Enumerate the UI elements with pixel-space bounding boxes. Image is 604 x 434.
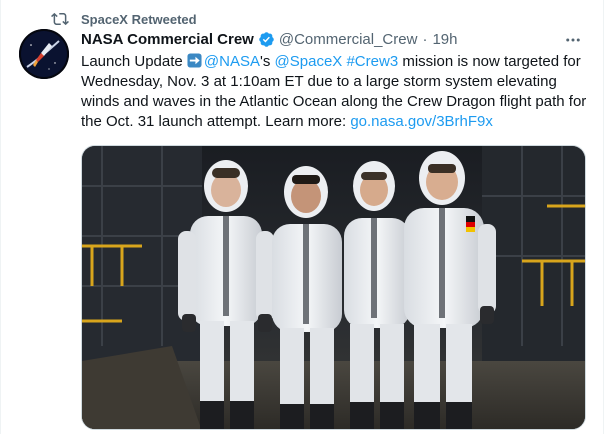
more-options-icon[interactable] xyxy=(561,30,585,50)
tweet-card[interactable]: SpaceX Retweeted NASA Commercial Crew @C… xyxy=(0,0,604,434)
tweet-text: Launch Update @NASA's @SpaceX #Crew3 mis… xyxy=(81,52,593,132)
tweet-header: NASA Commercial Crew @Commercial_Crew · … xyxy=(81,31,457,48)
verified-badge-icon xyxy=(258,31,275,48)
mention-nasa-link[interactable]: @NASA xyxy=(204,53,260,70)
retweet-icon xyxy=(51,10,69,28)
mention-spacex-link[interactable]: @SpaceX xyxy=(275,53,343,70)
retweet-label[interactable]: SpaceX Retweeted xyxy=(81,12,197,27)
author-name[interactable]: NASA Commercial Crew xyxy=(81,31,254,48)
tweet-text-part: Launch Update xyxy=(81,53,187,70)
retweet-context: SpaceX Retweeted xyxy=(51,10,197,28)
separator-dot: · xyxy=(422,31,428,48)
tweet-photo[interactable] xyxy=(81,145,586,430)
avatar[interactable] xyxy=(19,29,69,79)
tweet-text-part: 's xyxy=(260,53,275,70)
right-arrow-icon xyxy=(187,53,202,68)
hashtag-crew3-link[interactable]: #Crew3 xyxy=(346,53,398,70)
author-handle[interactable]: @Commercial_Crew xyxy=(279,31,418,48)
learn-more-link[interactable]: go.nasa.gov/3BrhF9x xyxy=(350,113,493,130)
timestamp[interactable]: 19h xyxy=(432,31,457,48)
